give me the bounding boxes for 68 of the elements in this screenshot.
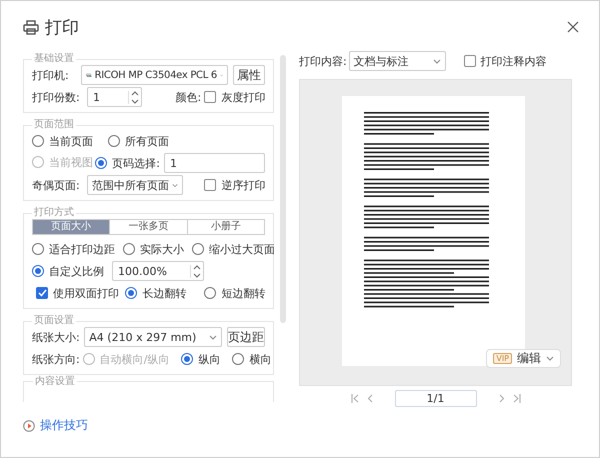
checkbox-label[interactable]: 打印注释内容 <box>480 54 547 68</box>
radio-label[interactable]: 长边翻转 <box>142 286 186 300</box>
radio-label[interactable]: 当前页面 <box>49 134 93 148</box>
previous-page-icon[interactable] <box>366 394 372 403</box>
checkbox[interactable] <box>204 91 216 103</box>
field-label: 纸张方向: <box>32 352 80 366</box>
play-icon <box>23 420 35 432</box>
scale-spinner[interactable]: 100.00% <box>112 261 204 281</box>
field-label: 奇偶页面: <box>32 178 81 192</box>
checkbox-label[interactable]: 逆序打印 <box>221 178 266 192</box>
paper-size-dropdown[interactable]: A4 (210 x 297 mm) <box>84 327 222 347</box>
radio-label[interactable]: 缩小过大页面 <box>209 242 274 256</box>
copies-spinner[interactable]: 1 <box>87 87 142 107</box>
group-title: 页面范围 <box>33 119 75 131</box>
radio-button[interactable] <box>181 353 194 365</box>
radio-button[interactable] <box>95 157 108 169</box>
radio-label[interactable]: 短边翻转 <box>221 286 266 300</box>
checkbox-label[interactable]: 灰度打印 <box>221 90 266 104</box>
radio-button[interactable] <box>108 135 120 147</box>
checkbox[interactable] <box>464 55 476 67</box>
odd-even-dropdown[interactable]: 范围中所有页面 <box>87 175 183 195</box>
printer-dropdown[interactable]: RICOH MP C3504ex PCL 6 <box>81 65 228 85</box>
radio-button[interactable] <box>32 135 44 147</box>
radio-label[interactable]: 页码选择: <box>112 156 160 170</box>
tips-link[interactable]: 操作技巧 <box>23 417 88 434</box>
radio-button[interactable] <box>204 287 216 299</box>
radio-button[interactable] <box>192 243 204 255</box>
caret-icon <box>172 182 178 188</box>
edit-button[interactable]: VIP 编辑 <box>486 349 561 368</box>
radio-label[interactable]: 纵向 <box>198 352 220 366</box>
next-page-icon[interactable] <box>498 394 504 403</box>
page-number-field[interactable]: 1/1 <box>394 390 476 407</box>
caret-icon <box>209 334 218 340</box>
checkbox-label[interactable]: 使用双面打印 <box>53 286 119 300</box>
first-page-icon[interactable] <box>350 394 358 403</box>
radio-button[interactable] <box>123 243 135 255</box>
group-title: 内容设置 <box>33 376 77 387</box>
window-title: 打印 <box>45 16 79 38</box>
margins-button[interactable]: 页边距 <box>227 327 266 347</box>
field-label: 打印内容: <box>299 54 347 68</box>
close-button[interactable] <box>567 21 579 33</box>
field-label: 纸张大小: <box>32 330 81 344</box>
content-dropdown[interactable]: 文档与标注 <box>348 51 446 71</box>
radio-label[interactable]: 所有页面 <box>125 134 169 148</box>
caret-icon <box>432 58 441 64</box>
checkbox[interactable] <box>204 179 216 191</box>
checkbox[interactable] <box>36 287 48 299</box>
printer-icon <box>23 20 39 34</box>
group-title: 打印方式 <box>33 207 75 219</box>
page-numbers-field[interactable]: 1 <box>164 153 266 173</box>
scrollbar[interactable] <box>280 55 286 323</box>
radio-button[interactable] <box>232 353 244 365</box>
radio-button[interactable] <box>32 243 44 255</box>
group-title: 页面设置 <box>33 315 75 327</box>
last-page-icon[interactable] <box>512 394 520 403</box>
radio-label[interactable]: 自定义比例 <box>49 264 104 278</box>
radio-button[interactable] <box>32 265 44 277</box>
radio-button[interactable] <box>125 287 138 299</box>
vip-badge: VIP <box>493 353 512 364</box>
field-label: 颜色: <box>176 90 202 104</box>
radio-label[interactable]: 横向 <box>249 352 272 366</box>
field-label: 打印机: <box>32 68 70 82</box>
properties-button[interactable]: 属性 <box>233 65 266 85</box>
radio-label[interactable]: 实际大小 <box>140 242 184 256</box>
group-title: 基础设置 <box>33 53 75 65</box>
caret-icon <box>546 356 554 361</box>
radio-label[interactable]: 适合打印边距 <box>49 242 115 256</box>
field-label: 打印份数: <box>32 90 81 104</box>
